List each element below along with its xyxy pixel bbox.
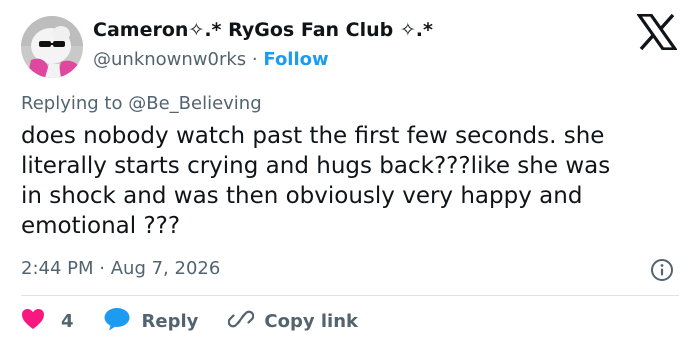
timestamp[interactable]: 2:44 PM · Aug 7, 2026 xyxy=(21,258,220,279)
link-icon xyxy=(228,307,255,336)
follow-button[interactable]: Follow xyxy=(263,49,328,70)
tweet-date[interactable]: Aug 7, 2026 xyxy=(111,258,221,279)
tweet-text: does nobody watch past the first few sec… xyxy=(21,121,691,241)
reply-label: Reply xyxy=(141,310,199,332)
reply-prefix: Replying to xyxy=(21,93,123,114)
tweet-time[interactable]: 2:44 PM xyxy=(21,258,94,279)
user-handle[interactable]: @unknownw0rks xyxy=(93,49,246,70)
display-name[interactable]: Cameron✧.* RyGos Fan Club ✧.* xyxy=(93,19,433,41)
avatar-image xyxy=(21,16,83,78)
tweet-text-line: emotional ??? xyxy=(21,213,181,239)
tweet-text-line: literally starts crying and hugs back???… xyxy=(21,153,611,179)
tweet-text-line: does nobody watch past the first few sec… xyxy=(21,123,605,149)
action-bar: 4 Reply Copy link xyxy=(21,307,358,335)
handle-line: @unknownw0rks · Follow xyxy=(93,49,329,70)
timestamp-separator: · xyxy=(99,258,105,279)
reply-mention[interactable]: @Be_Believing xyxy=(128,93,261,114)
avatar[interactable] xyxy=(21,16,83,78)
speech-bubble-icon xyxy=(104,307,130,336)
x-logo-icon[interactable] xyxy=(635,13,679,51)
reply-button[interactable]: Reply xyxy=(104,307,229,336)
copy-link-button[interactable]: Copy link xyxy=(228,307,358,336)
handle-separator: · xyxy=(251,49,258,70)
reply-context: Replying to @Be_Believing xyxy=(21,93,262,114)
like-count: 4 xyxy=(61,310,74,332)
copy-link-label: Copy link xyxy=(264,310,358,332)
heart-icon xyxy=(21,308,45,335)
like-button[interactable]: 4 xyxy=(21,308,104,335)
tweet-text-line: in shock and was then obviously very hap… xyxy=(21,183,583,209)
info-icon[interactable] xyxy=(650,258,674,282)
divider xyxy=(21,295,679,296)
